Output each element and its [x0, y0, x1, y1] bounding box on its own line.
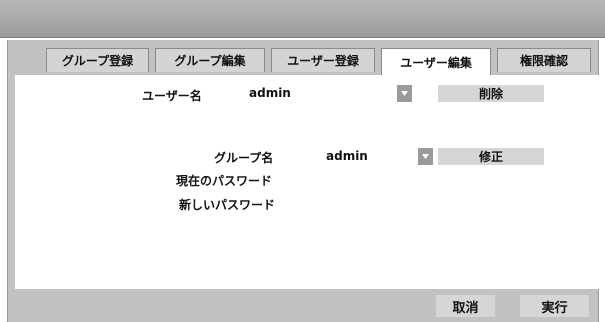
group-name-label: グループ名 [214, 151, 274, 165]
group-select[interactable]: admin [322, 148, 433, 165]
tab-label: グループ編集 [174, 54, 246, 68]
tab-group-register[interactable]: グループ登録 [46, 48, 149, 72]
tab-label: ユーザー登録 [287, 54, 359, 68]
cancel-button-label: 取消 [452, 300, 479, 316]
tab-label: ユーザー編集 [400, 55, 472, 70]
username-label: ユーザー名 [142, 89, 202, 103]
execute-button[interactable]: 実行 [520, 295, 589, 317]
delete-button-label: 削除 [478, 87, 503, 101]
username-select[interactable]: admin [245, 85, 412, 102]
tab-user-register[interactable]: ユーザー登録 [271, 48, 375, 72]
tab-label: グループ登録 [61, 54, 134, 68]
title-bar [0, 0, 605, 38]
user-edit-panel: ユーザー名 admin 削除 グループ名 admin 修正 現在のパスワード 新… [15, 75, 605, 289]
current-password-input[interactable] [322, 171, 434, 187]
new-password-input[interactable] [322, 195, 434, 211]
current-password-label: 現在のパスワード [176, 174, 273, 188]
tab-label: 権限確認 [519, 54, 568, 68]
chevron-down-icon[interactable] [397, 85, 412, 102]
chevron-down-icon[interactable] [418, 148, 433, 165]
tab-user-edit[interactable]: ユーザー編集 [381, 48, 491, 75]
delete-button[interactable]: 削除 [438, 85, 544, 102]
new-password-label: 新しいパスワード [179, 198, 276, 212]
cancel-button[interactable]: 取消 [436, 295, 495, 317]
user-edit-window: グループ登録 グループ編集 ユーザー登録 ユーザー編集 権限確認 ユーザー名 a… [7, 40, 605, 322]
tab-permission-check[interactable]: 権限確認 [497, 48, 591, 72]
group-selected-value: admin [326, 149, 368, 163]
tab-group-edit[interactable]: グループ編集 [155, 48, 265, 72]
modify-button[interactable]: 修正 [438, 148, 544, 165]
execute-button-label: 実行 [541, 300, 568, 316]
username-selected-value: admin [249, 86, 291, 100]
modify-button-label: 修正 [478, 150, 503, 164]
